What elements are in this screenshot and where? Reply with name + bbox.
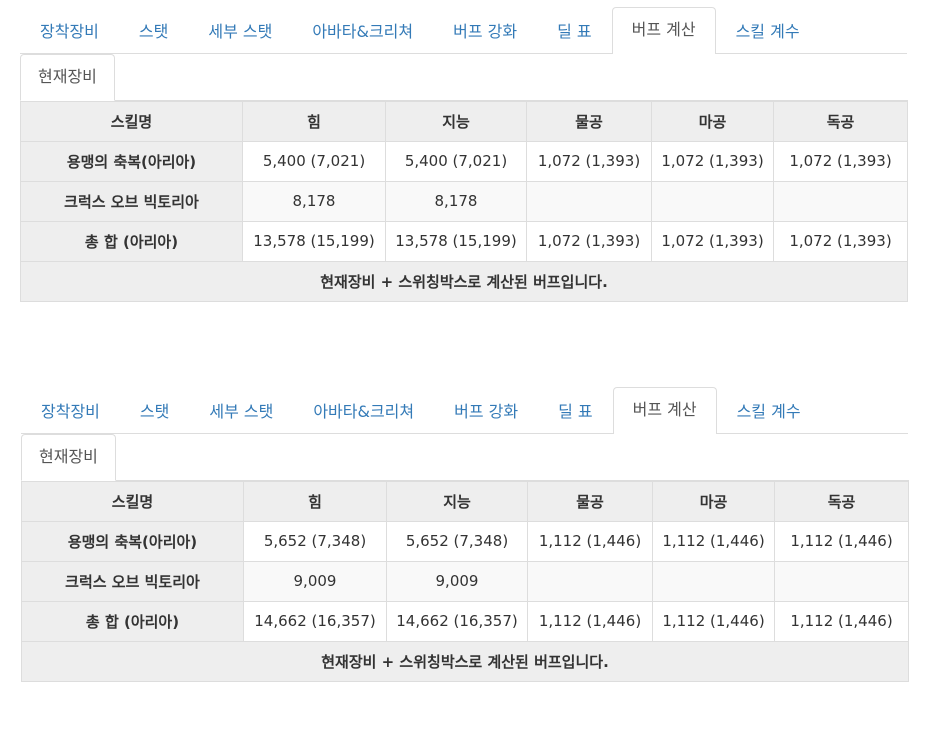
- table-row: 용맹의 축복(아리아) 5,652 (7,348) 5,652 (7,348) …: [21, 520, 909, 562]
- header-physical-attack: 물공: [526, 100, 652, 142]
- table-row: 크럭스 오브 빅토리아 8,178 8,178: [20, 180, 908, 222]
- buff-panel-1: 장착장비 스탯 세부 스탯 아바타&크리쳐 버프 강화 딜 표 버프 계산 스킬…: [20, 7, 908, 302]
- tab-avatar-creature[interactable]: 아바타&크리쳐: [293, 389, 434, 434]
- cell-independent-attack: [774, 560, 909, 602]
- table-row: 크럭스 오브 빅토리아 9,009 9,009: [21, 560, 909, 602]
- tab-buff-calc[interactable]: 버프 계산: [612, 387, 717, 434]
- cell-intelligence: 8,178: [385, 180, 527, 222]
- table-header-row: 스킬명 힘 지능 물공 마공 독공: [21, 480, 909, 522]
- cell-physical-attack: [526, 180, 652, 222]
- tab-buff-enhance[interactable]: 버프 강화: [433, 9, 537, 54]
- table-header-row: 스킬명 힘 지능 물공 마공 독공: [20, 100, 908, 142]
- header-intelligence: 지능: [385, 100, 527, 142]
- cell-magic-attack: 1,072 (1,393): [651, 140, 774, 182]
- tab-buff-enhance[interactable]: 버프 강화: [434, 389, 538, 434]
- row-skill-name: 크럭스 오브 빅토리아: [20, 180, 243, 222]
- header-magic-attack: 마공: [652, 480, 775, 522]
- tab-stats[interactable]: 스탯: [119, 9, 188, 54]
- cell-physical-attack: 1,112 (1,446): [527, 520, 653, 562]
- tab-buff-calc[interactable]: 버프 계산: [611, 7, 716, 54]
- buff-panel-2: 장착장비 스탯 세부 스탯 아바타&크리쳐 버프 강화 딜 표 버프 계산 스킬…: [21, 387, 909, 682]
- header-independent-attack: 독공: [773, 100, 908, 142]
- cell-independent-attack: 1,072 (1,393): [773, 140, 908, 182]
- cell-intelligence: 13,578 (15,199): [385, 220, 527, 262]
- cell-strength: 14,662 (16,357): [243, 600, 387, 642]
- cell-intelligence: 5,400 (7,021): [385, 140, 527, 182]
- main-tab-bar: 장착장비 스탯 세부 스탯 아바타&크리쳐 버프 강화 딜 표 버프 계산 스킬…: [21, 387, 908, 434]
- table-row: 용맹의 축복(아리아) 5,400 (7,021) 5,400 (7,021) …: [20, 140, 908, 182]
- cell-strength: 5,652 (7,348): [243, 520, 387, 562]
- table-footnote: 현재장비 + 스위칭박스로 계산된 버프입니다.: [21, 640, 909, 682]
- cell-intelligence: 9,009: [386, 560, 528, 602]
- table-row-total: 총 합 (아리아) 14,662 (16,357) 14,662 (16,357…: [21, 600, 909, 642]
- cell-independent-attack: 1,112 (1,446): [774, 600, 909, 642]
- row-skill-name: 총 합 (아리아): [21, 600, 244, 642]
- tab-detail-stats[interactable]: 세부 스탯: [189, 389, 293, 434]
- tab-equipment[interactable]: 장착장비: [21, 389, 120, 434]
- header-magic-attack: 마공: [651, 100, 774, 142]
- header-physical-attack: 물공: [527, 480, 653, 522]
- tab-current-equipment[interactable]: 현재장비: [20, 54, 115, 101]
- cell-independent-attack: [773, 180, 908, 222]
- header-skill-name: 스킬명: [20, 100, 243, 142]
- cell-strength: 9,009: [243, 560, 387, 602]
- row-skill-name: 크럭스 오브 빅토리아: [21, 560, 244, 602]
- cell-strength: 13,578 (15,199): [242, 220, 386, 262]
- tab-detail-stats[interactable]: 세부 스탯: [188, 9, 292, 54]
- table-footer-row: 현재장비 + 스위칭박스로 계산된 버프입니다.: [21, 640, 909, 682]
- table-row-total: 총 합 (아리아) 13,578 (15,199) 13,578 (15,199…: [20, 220, 908, 262]
- tab-skill-coefficient[interactable]: 스킬 계수: [717, 389, 821, 434]
- header-skill-name: 스킬명: [21, 480, 244, 522]
- header-independent-attack: 독공: [774, 480, 909, 522]
- header-strength: 힘: [242, 100, 386, 142]
- cell-magic-attack: 1,112 (1,446): [652, 520, 775, 562]
- cell-magic-attack: 1,072 (1,393): [651, 220, 774, 262]
- cell-magic-attack: [651, 180, 774, 222]
- tab-current-equipment[interactable]: 현재장비: [21, 434, 116, 481]
- tab-skill-coefficient[interactable]: 스킬 계수: [716, 9, 820, 54]
- cell-independent-attack: 1,072 (1,393): [773, 220, 908, 262]
- table-footer-row: 현재장비 + 스위칭박스로 계산된 버프입니다.: [20, 260, 908, 302]
- cell-physical-attack: 1,072 (1,393): [526, 220, 652, 262]
- cell-intelligence: 5,652 (7,348): [386, 520, 528, 562]
- cell-magic-attack: 1,112 (1,446): [652, 600, 775, 642]
- row-skill-name: 용맹의 축복(아리아): [20, 140, 243, 182]
- tab-damage-table[interactable]: 딜 표: [537, 9, 612, 54]
- table-footnote: 현재장비 + 스위칭박스로 계산된 버프입니다.: [20, 260, 908, 302]
- cell-intelligence: 14,662 (16,357): [386, 600, 528, 642]
- buff-table: 스킬명 힘 지능 물공 마공 독공 용맹의 축복(아리아) 5,652 (7,3…: [21, 480, 909, 682]
- sub-tab-bar: 현재장비: [20, 54, 907, 101]
- cell-physical-attack: [527, 560, 653, 602]
- tab-equipment[interactable]: 장착장비: [20, 9, 119, 54]
- cell-strength: 8,178: [242, 180, 386, 222]
- tab-avatar-creature[interactable]: 아바타&크리쳐: [292, 9, 433, 54]
- tab-stats[interactable]: 스탯: [120, 389, 189, 434]
- cell-independent-attack: 1,112 (1,446): [774, 520, 909, 562]
- row-skill-name: 총 합 (아리아): [20, 220, 243, 262]
- tab-damage-table[interactable]: 딜 표: [538, 389, 613, 434]
- cell-physical-attack: 1,112 (1,446): [527, 600, 653, 642]
- cell-magic-attack: [652, 560, 775, 602]
- cell-physical-attack: 1,072 (1,393): [526, 140, 652, 182]
- header-strength: 힘: [243, 480, 387, 522]
- header-intelligence: 지능: [386, 480, 528, 522]
- sub-tab-bar: 현재장비: [21, 434, 908, 481]
- row-skill-name: 용맹의 축복(아리아): [21, 520, 244, 562]
- cell-strength: 5,400 (7,021): [242, 140, 386, 182]
- buff-table: 스킬명 힘 지능 물공 마공 독공 용맹의 축복(아리아) 5,400 (7,0…: [20, 100, 908, 302]
- main-tab-bar: 장착장비 스탯 세부 스탯 아바타&크리쳐 버프 강화 딜 표 버프 계산 스킬…: [20, 7, 907, 54]
